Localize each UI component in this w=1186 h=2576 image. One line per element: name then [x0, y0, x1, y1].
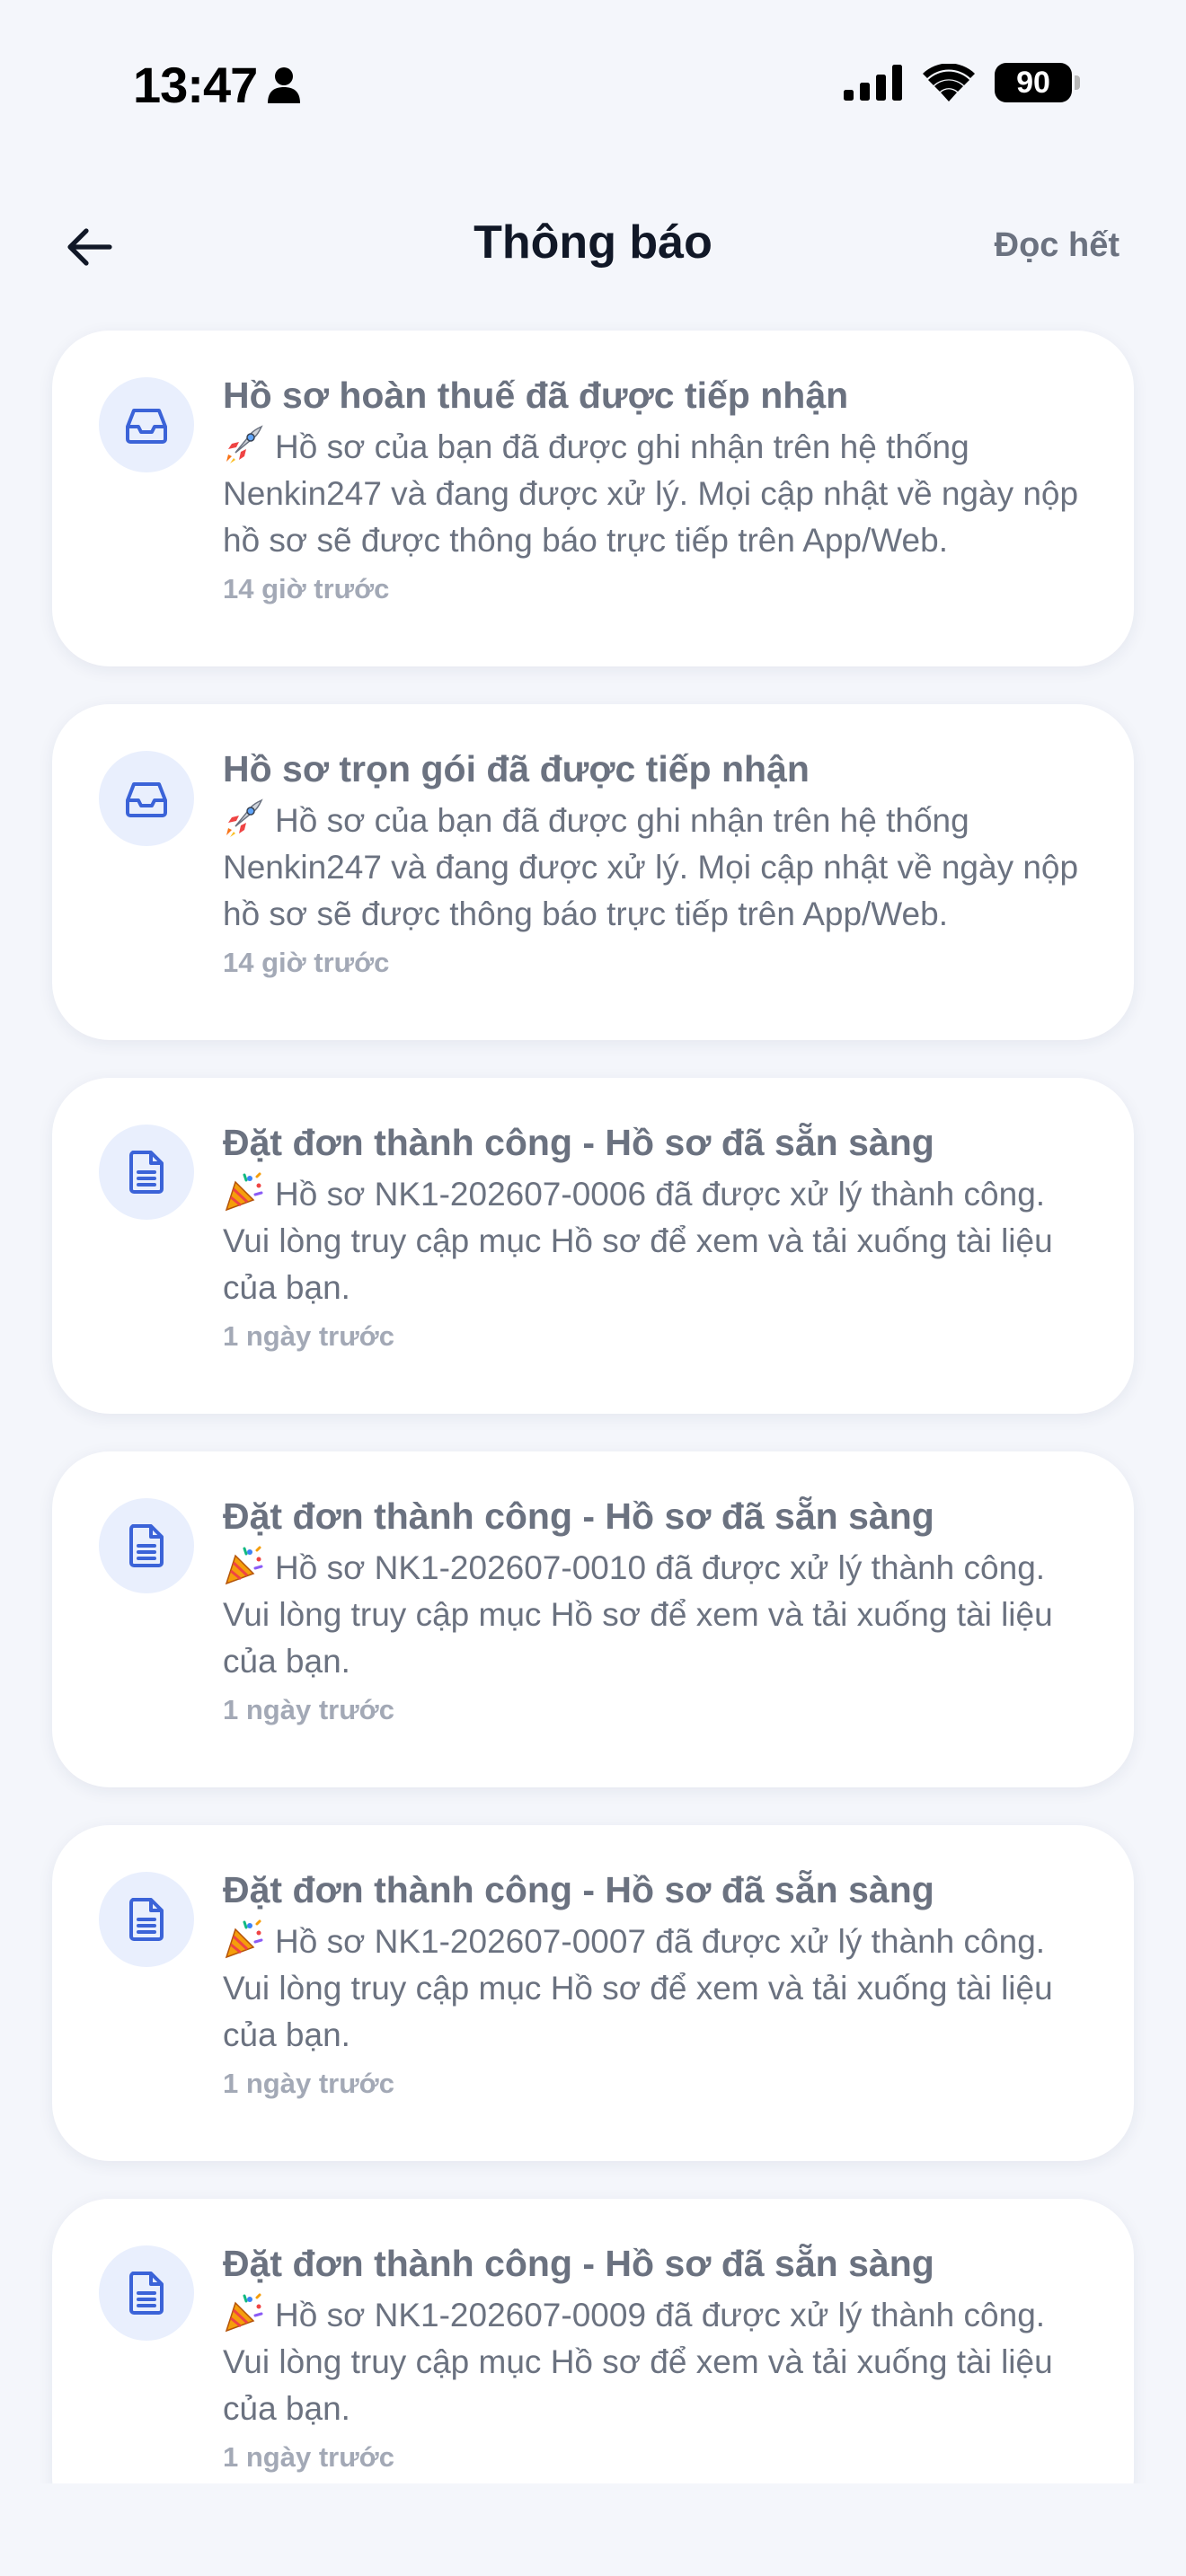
notification-message: Hồ sơ NK1-202607-0009 đã được xử lý thàn…	[223, 2292, 1080, 2432]
notification-card-3[interactable]: Đặt đơn thành công - Hồ sơ đã sẵn sàng H…	[52, 1078, 1134, 1414]
notification-title: Đặt đơn thành công - Hồ sơ đã sẵn sàng	[223, 1122, 934, 1163]
party-popper-emoji	[223, 1919, 264, 1960]
notification-time: 14 giờ trước	[223, 947, 390, 978]
party-popper-emoji	[223, 1171, 264, 1213]
notification-content: Hồ sơ hoàn thuế đã được tiếp nhận Hồ sơ …	[223, 370, 1080, 605]
notification-card-4[interactable]: Đặt đơn thành công - Hồ sơ đã sẵn sàng H…	[52, 1451, 1134, 1787]
document-icon	[129, 2272, 164, 2315]
notification-icon-badge	[99, 1125, 194, 1220]
notification-time: 1 ngày trước	[223, 1320, 394, 1352]
document-icon	[129, 1151, 164, 1194]
notification-content: Đặt đơn thành công - Hồ sơ đã sẵn sàng H…	[223, 1117, 1080, 1353]
notification-content: Đặt đơn thành công - Hồ sơ đã sẵn sàng H…	[223, 1865, 1080, 2100]
party-popper-emoji-icon	[225, 1546, 263, 1585]
notification-time: 1 ngày trước	[223, 2068, 394, 2099]
rocket-emoji	[223, 798, 264, 839]
notification-list-viewport[interactable]: Hồ sơ hoàn thuế đã được tiếp nhận Hồ sơ …	[0, 305, 1186, 2483]
rocket-emoji-icon	[226, 798, 263, 837]
app-header: Thông báo Đọc hết	[0, 189, 1186, 305]
status-indicators: 90	[844, 63, 1080, 102]
notification-list: Hồ sơ hoàn thuế đã được tiếp nhận Hồ sơ …	[0, 305, 1186, 2483]
notification-content: Đặt đơn thành công - Hồ sơ đã sẵn sàng H…	[223, 2238, 1080, 2474]
status-time: 13:47	[133, 56, 302, 114]
notification-content: Đặt đơn thành công - Hồ sơ đã sẵn sàng H…	[223, 1491, 1080, 1726]
notification-icon-badge	[99, 377, 194, 472]
party-popper-emoji-icon	[225, 1919, 263, 1959]
notification-card-1[interactable]: Hồ sơ hoàn thuế đã được tiếp nhận Hồ sơ …	[52, 331, 1134, 666]
bottom-area	[0, 2483, 1186, 2576]
notification-card-2[interactable]: Hồ sơ trọn gói đã được tiếp nhận Hồ sơ c…	[52, 704, 1134, 1040]
rocket-emoji	[223, 424, 264, 465]
inbox-icon	[126, 409, 167, 444]
person-icon	[268, 66, 301, 103]
notification-message-text: Hồ sơ NK1-202607-0006 đã được xử lý thàn…	[223, 1176, 1053, 1306]
mark-all-read-button[interactable]: Đọc hết	[995, 226, 1120, 265]
inbox-icon	[126, 782, 167, 817]
notification-icon-badge	[99, 2245, 194, 2341]
notification-title: Hồ sơ trọn gói đã được tiếp nhận	[223, 748, 810, 790]
battery-indicator: 90	[995, 63, 1080, 102]
rocket-emoji-icon	[226, 425, 263, 463]
party-popper-emoji-icon	[225, 1172, 263, 1212]
cellular-signal-icon	[844, 65, 902, 101]
notification-title: Đặt đơn thành công - Hồ sơ đã sẵn sàng	[223, 1869, 934, 1910]
notification-message-text: Hồ sơ NK1-202607-0007 đã được xử lý thàn…	[223, 1923, 1053, 2053]
notification-message-text: Hồ sơ NK1-202607-0010 đã được xử lý thàn…	[223, 1549, 1053, 1680]
notification-time: 1 ngày trước	[223, 1694, 394, 1725]
notification-title: Đặt đơn thành công - Hồ sơ đã sẵn sàng	[223, 2243, 934, 2284]
notification-message: Hồ sơ NK1-202607-0007 đã được xử lý thàn…	[223, 1919, 1080, 2059]
document-icon	[129, 1524, 164, 1567]
document-icon	[129, 1898, 164, 1941]
notification-time: 1 ngày trước	[223, 2441, 394, 2473]
party-popper-emoji	[223, 2292, 264, 2333]
notification-title: Đặt đơn thành công - Hồ sơ đã sẵn sàng	[223, 1495, 934, 1537]
status-bar: 13:47 90	[0, 0, 1186, 171]
notification-card-5[interactable]: Đặt đơn thành công - Hồ sơ đã sẵn sàng H…	[52, 1825, 1134, 2161]
clock-text: 13:47	[133, 57, 258, 113]
notification-title: Hồ sơ hoàn thuế đã được tiếp nhận	[223, 375, 849, 416]
notification-message: Hồ sơ của bạn đã được ghi nhận trên hệ t…	[223, 798, 1080, 938]
battery-cap	[1075, 75, 1080, 90]
notification-message-text: Hồ sơ NK1-202607-0009 đã được xử lý thàn…	[223, 2297, 1053, 2427]
notification-content: Hồ sơ trọn gói đã được tiếp nhận Hồ sơ c…	[223, 744, 1080, 979]
wifi-icon	[923, 64, 975, 101]
notification-message: Hồ sơ của bạn đã được ghi nhận trên hệ t…	[223, 424, 1080, 564]
notification-card-6[interactable]: Đặt đơn thành công - Hồ sơ đã sẵn sàng H…	[52, 2199, 1134, 2483]
notification-icon-badge	[99, 1872, 194, 1967]
notification-time: 14 giờ trước	[223, 573, 390, 604]
notification-icon-badge	[99, 751, 194, 846]
notification-message-text: Hồ sơ của bạn đã được ghi nhận trên hệ t…	[223, 802, 1079, 932]
party-popper-emoji	[223, 1545, 264, 1586]
notification-message: Hồ sơ NK1-202607-0010 đã được xử lý thàn…	[223, 1545, 1080, 1685]
party-popper-emoji-icon	[225, 2293, 263, 2333]
battery-level: 90	[995, 63, 1072, 102]
notification-icon-badge	[99, 1498, 194, 1593]
notification-message: Hồ sơ NK1-202607-0006 đã được xử lý thàn…	[223, 1171, 1080, 1311]
notification-message-text: Hồ sơ của bạn đã được ghi nhận trên hệ t…	[223, 428, 1079, 559]
